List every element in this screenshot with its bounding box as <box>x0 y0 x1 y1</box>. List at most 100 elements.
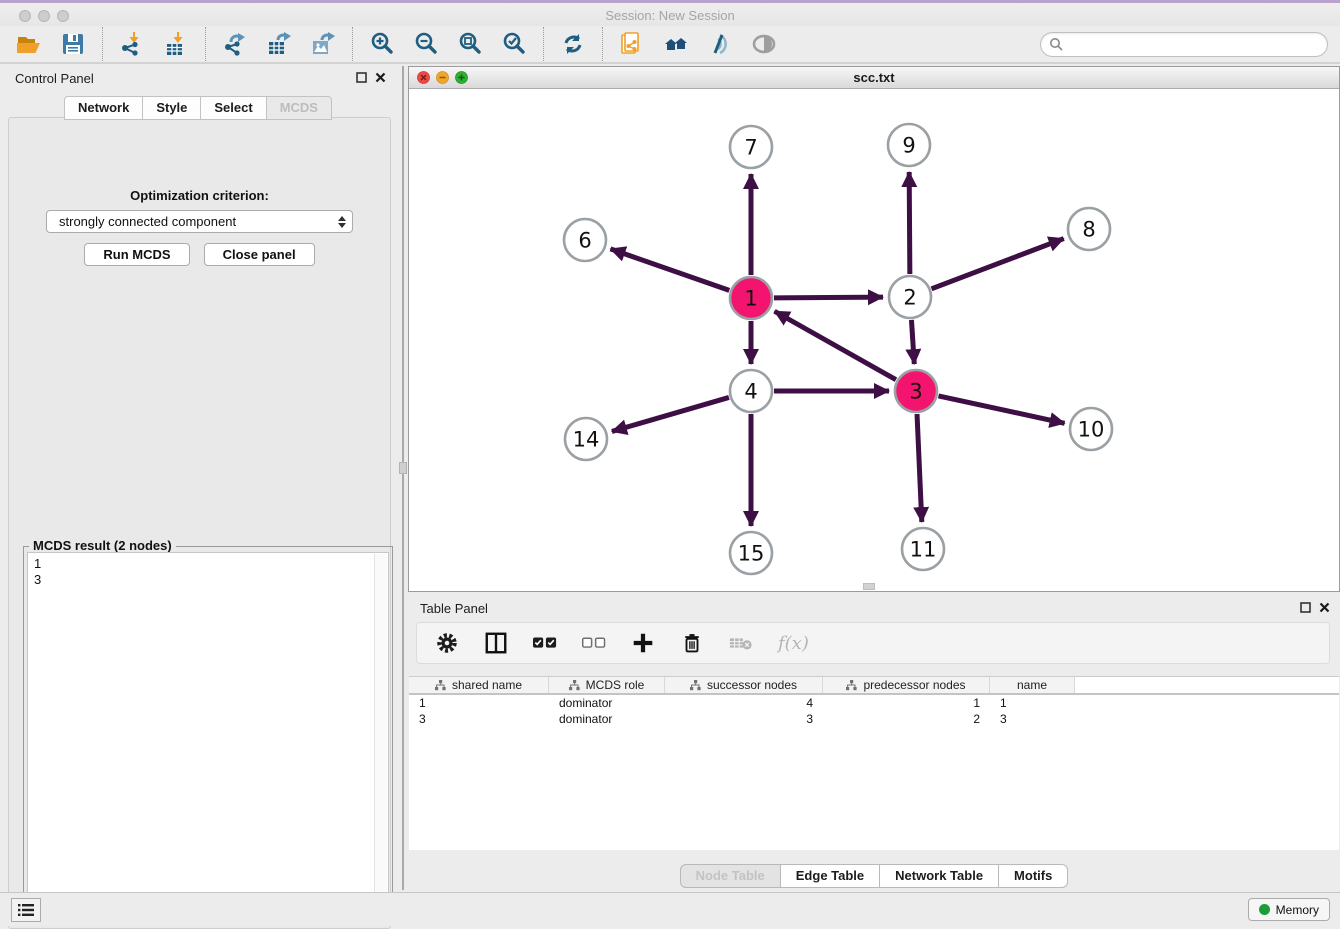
table-cell[interactable]: 1 <box>409 695 549 711</box>
cyndex-browser-icon[interactable] <box>706 30 734 58</box>
node-label-3: 3 <box>909 380 922 404</box>
vertical-splitter[interactable] <box>402 66 404 890</box>
table-cell[interactable]: 3 <box>409 711 549 727</box>
table-cell[interactable]: 3 <box>665 711 823 727</box>
window-titlebar: Session: New Session <box>0 0 1340 26</box>
table-cell[interactable]: dominator <box>549 695 665 711</box>
select-all-icon[interactable] <box>533 631 557 655</box>
network-canvas[interactable]: 7968124314101511 <box>409 89 1339 591</box>
table-cell[interactable]: dominator <box>549 711 665 727</box>
welcome-screen-icon[interactable] <box>662 30 690 58</box>
mcds-result-area[interactable]: 13 <box>27 552 389 920</box>
column-header-predecessor-nodes[interactable]: predecessor nodes <box>823 677 990 693</box>
table-row[interactable]: 1dominator411 <box>409 695 1339 711</box>
tab-node-table[interactable]: Node Table <box>680 864 781 888</box>
run-mcds-button[interactable]: Run MCDS <box>84 243 189 266</box>
column-header-successor-nodes[interactable]: successor nodes <box>665 677 823 693</box>
import-table-icon[interactable] <box>162 30 190 58</box>
export-image-icon[interactable] <box>309 30 337 58</box>
attribute-type-icon <box>435 680 446 691</box>
edge-3-11[interactable] <box>917 414 922 522</box>
table-header-row: shared nameMCDS rolesuccessor nodesprede… <box>409 676 1339 695</box>
import-network-icon[interactable] <box>118 30 146 58</box>
edge-1-6[interactable] <box>610 249 729 291</box>
tab-select[interactable]: Select <box>201 96 266 120</box>
column-browser-icon[interactable] <box>484 631 508 655</box>
table-tabs: Node TableEdge TableNetwork TableMotifs <box>408 864 1340 888</box>
edge-3-10[interactable] <box>938 396 1064 423</box>
function-builder-icon[interactable]: f(x) <box>778 633 809 654</box>
delete-table-icon[interactable] <box>729 631 753 655</box>
refresh-view-icon[interactable] <box>559 30 587 58</box>
search-input[interactable] <box>1068 37 1319 52</box>
zoom-selected-icon[interactable] <box>500 30 528 58</box>
deselect-all-icon[interactable] <box>582 631 606 655</box>
float-panel-icon[interactable] <box>356 72 367 83</box>
node-table: shared nameMCDS rolesuccessor nodesprede… <box>409 676 1339 850</box>
result-scrollbar[interactable] <box>374 554 387 918</box>
table-body: 1dominator4113dominator323 <box>409 695 1339 727</box>
column-header-shared-name[interactable]: shared name <box>409 677 549 693</box>
network-resize-grip[interactable] <box>863 583 875 590</box>
edge-2-9[interactable] <box>909 172 910 274</box>
column-settings-gear-icon[interactable] <box>435 631 459 655</box>
float-table-panel-icon[interactable] <box>1300 602 1311 613</box>
node-label-6: 6 <box>578 229 591 253</box>
search-box[interactable] <box>1040 32 1328 57</box>
tab-style[interactable]: Style <box>143 96 201 120</box>
table-cell[interactable]: 1 <box>990 695 1075 711</box>
tab-mcds[interactable]: MCDS <box>267 96 332 120</box>
ndex-import-icon[interactable] <box>618 30 646 58</box>
table-cell[interactable]: 2 <box>823 711 990 727</box>
table-cell[interactable]: 3 <box>990 711 1075 727</box>
node-label-11: 11 <box>910 538 937 562</box>
export-network-icon[interactable] <box>221 30 249 58</box>
open-file-icon[interactable] <box>15 30 43 58</box>
edge-2-8[interactable] <box>932 239 1064 289</box>
edge-2-3[interactable] <box>911 320 914 364</box>
edge-4-14[interactable] <box>612 397 729 431</box>
dropdown-stepper-icon <box>338 216 346 228</box>
window-title: Session: New Session <box>0 8 1340 23</box>
tab-edge-table[interactable]: Edge Table <box>781 864 880 888</box>
mcds-result-title: MCDS result (2 nodes) <box>29 538 176 553</box>
attribute-type-icon <box>846 680 857 691</box>
control-panel-title: Control Panel <box>15 71 94 86</box>
zoom-in-icon[interactable] <box>368 30 396 58</box>
main-toolbar <box>0 26 1340 64</box>
column-header-name[interactable]: name <box>990 677 1075 693</box>
node-label-2: 2 <box>903 286 916 310</box>
table-toolbar: f(x) <box>416 622 1330 664</box>
edge-3-1[interactable] <box>775 311 896 379</box>
graphics-details-eye-icon[interactable] <box>750 30 778 58</box>
tab-network-table[interactable]: Network Table <box>880 864 999 888</box>
tab-network[interactable]: Network <box>64 96 143 120</box>
save-session-icon[interactable] <box>59 30 87 58</box>
close-panel-button[interactable]: Close panel <box>204 243 315 266</box>
list-icon <box>18 903 34 917</box>
table-row[interactable]: 3dominator323 <box>409 711 1339 727</box>
close-panel-icon[interactable] <box>375 72 386 83</box>
optimization-criterion-label: Optimization criterion: <box>9 188 390 203</box>
zoom-out-icon[interactable] <box>412 30 440 58</box>
node-label-4: 4 <box>744 380 757 404</box>
mcds-result-lines: 13 <box>28 553 388 591</box>
export-table-icon[interactable] <box>265 30 293 58</box>
tab-motifs[interactable]: Motifs <box>999 864 1068 888</box>
add-row-icon[interactable] <box>631 631 655 655</box>
edge-1-2[interactable] <box>774 297 883 298</box>
result-line: 1 <box>34 556 382 572</box>
delete-row-trash-icon[interactable] <box>680 631 704 655</box>
close-table-panel-icon[interactable] <box>1319 602 1330 613</box>
zoom-fit-icon[interactable] <box>456 30 484 58</box>
table-cell[interactable]: 1 <box>823 695 990 711</box>
criterion-dropdown[interactable]: strongly connected component <box>46 210 353 233</box>
splitter-grip[interactable] <box>399 462 407 474</box>
column-header-MCDS-role[interactable]: MCDS role <box>549 677 665 693</box>
table-cell[interactable]: 4 <box>665 695 823 711</box>
network-window-titlebar[interactable]: scc.txt <box>409 67 1339 89</box>
network-view-window: scc.txt 7968124314101511 <box>408 66 1340 592</box>
node-label-14: 14 <box>573 428 600 452</box>
memory-button[interactable]: Memory <box>1248 898 1330 921</box>
task-history-button[interactable] <box>11 898 41 922</box>
